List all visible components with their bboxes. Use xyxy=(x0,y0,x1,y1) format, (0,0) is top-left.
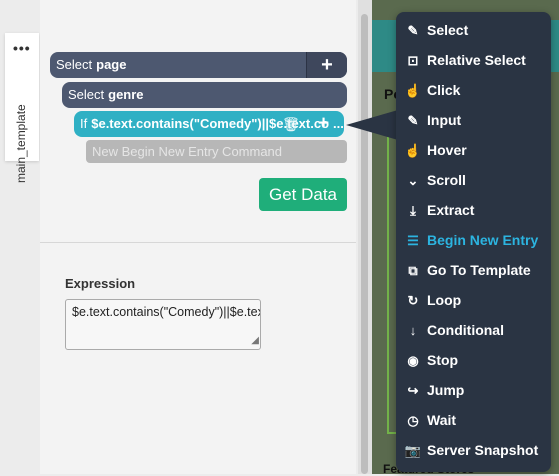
command-prefix: New Begin New Entry Command xyxy=(92,144,283,159)
panel-scrollbar[interactable] xyxy=(358,0,372,474)
pencil-icon: ✎ xyxy=(407,113,419,128)
trash-icon[interactable]: 🗑 xyxy=(282,111,300,137)
menu-item-stop[interactable]: ◉ Stop xyxy=(396,345,551,375)
expression-title: Expression xyxy=(65,276,136,291)
menu-item-wait[interactable]: ◷ Wait xyxy=(396,405,551,435)
panel-divider xyxy=(40,242,356,243)
menu-item-begin-new-entry[interactable]: ☰ Begin New Entry xyxy=(396,225,551,255)
menu-item-jump[interactable]: ↪ Jump xyxy=(396,375,551,405)
menu-item-conditional[interactable]: ↓ Conditional xyxy=(396,315,551,345)
resize-grip-icon[interactable]: ◢ xyxy=(251,333,259,349)
command-prefix: If xyxy=(80,116,88,131)
command-menu: ✎ Select ⊡ Relative Select ☝ Click ✎ Input ☝… xyxy=(396,12,551,472)
conditional-command[interactable]: If $e.text.contains("Comedy")||$e.text.co… xyxy=(74,111,344,137)
wand-icon: ✎ xyxy=(407,23,419,38)
template-tab[interactable]: ••• main_template xyxy=(5,33,39,183)
menu-item-server-snapshot[interactable]: 📷 Server Snapshot xyxy=(396,435,551,465)
jump-arrow-icon: ↪ xyxy=(407,383,419,398)
menu-item-hover[interactable]: ☝ Hover xyxy=(396,135,551,165)
loop-icon: ↻ xyxy=(407,293,419,308)
command-prefix: Select xyxy=(68,87,105,102)
menu-item-select[interactable]: ✎ Select xyxy=(396,15,551,45)
menu-item-relative-select[interactable]: ⊡ Relative Select xyxy=(396,45,551,75)
menu-item-go-to-template[interactable]: ⧉ Go To Template xyxy=(396,255,551,285)
select-genre-command[interactable]: Select genre xyxy=(62,82,347,108)
template-tab-label: main_template xyxy=(14,104,28,183)
more-icon[interactable]: ••• xyxy=(13,41,31,55)
menu-pointer xyxy=(346,110,398,140)
command-target: genre xyxy=(108,87,144,102)
hand-icon: ☝ xyxy=(404,143,422,158)
add-command-icon[interactable]: + xyxy=(318,111,329,137)
clock-icon: ◷ xyxy=(407,413,419,428)
download-icon: ⤓ xyxy=(410,203,416,218)
relative-select-icon: ⊡ xyxy=(407,53,419,68)
more-options-icon[interactable]: ... xyxy=(333,111,344,137)
get-data-button[interactable]: Get Data xyxy=(259,178,347,211)
stop-icon: ◉ xyxy=(407,353,419,368)
menu-item-input[interactable]: ✎ Input xyxy=(396,105,551,135)
scrollbar-thumb[interactable] xyxy=(361,14,368,474)
expression-value: $e.text.contains("Comedy")||$e.text.cont… xyxy=(72,305,260,319)
add-command-button[interactable]: + xyxy=(306,52,347,78)
menu-item-click[interactable]: ☝ Click xyxy=(396,75,551,105)
chevron-down-icon: ⌄ xyxy=(407,173,419,188)
branch-arrow-icon: ↓ xyxy=(409,323,417,338)
list-icon: ☰ xyxy=(407,233,419,248)
select-page-command[interactable]: Select page + xyxy=(50,52,347,78)
pointer-hand-icon: ☝ xyxy=(404,83,422,98)
new-entry-command[interactable]: New Begin New Entry Command xyxy=(86,140,347,163)
menu-item-scroll[interactable]: ⌄ Scroll xyxy=(396,165,551,195)
command-prefix: Select xyxy=(56,57,93,72)
expression-input[interactable]: $e.text.contains("Comedy")||$e.text.cont… xyxy=(65,299,261,350)
menu-item-extract[interactable]: ⤓ Extract xyxy=(396,195,551,225)
menu-item-loop[interactable]: ↻ Loop xyxy=(396,285,551,315)
camera-icon: 📷 xyxy=(404,443,422,458)
external-link-icon: ⧉ xyxy=(408,263,418,278)
command-target: page xyxy=(96,57,127,72)
